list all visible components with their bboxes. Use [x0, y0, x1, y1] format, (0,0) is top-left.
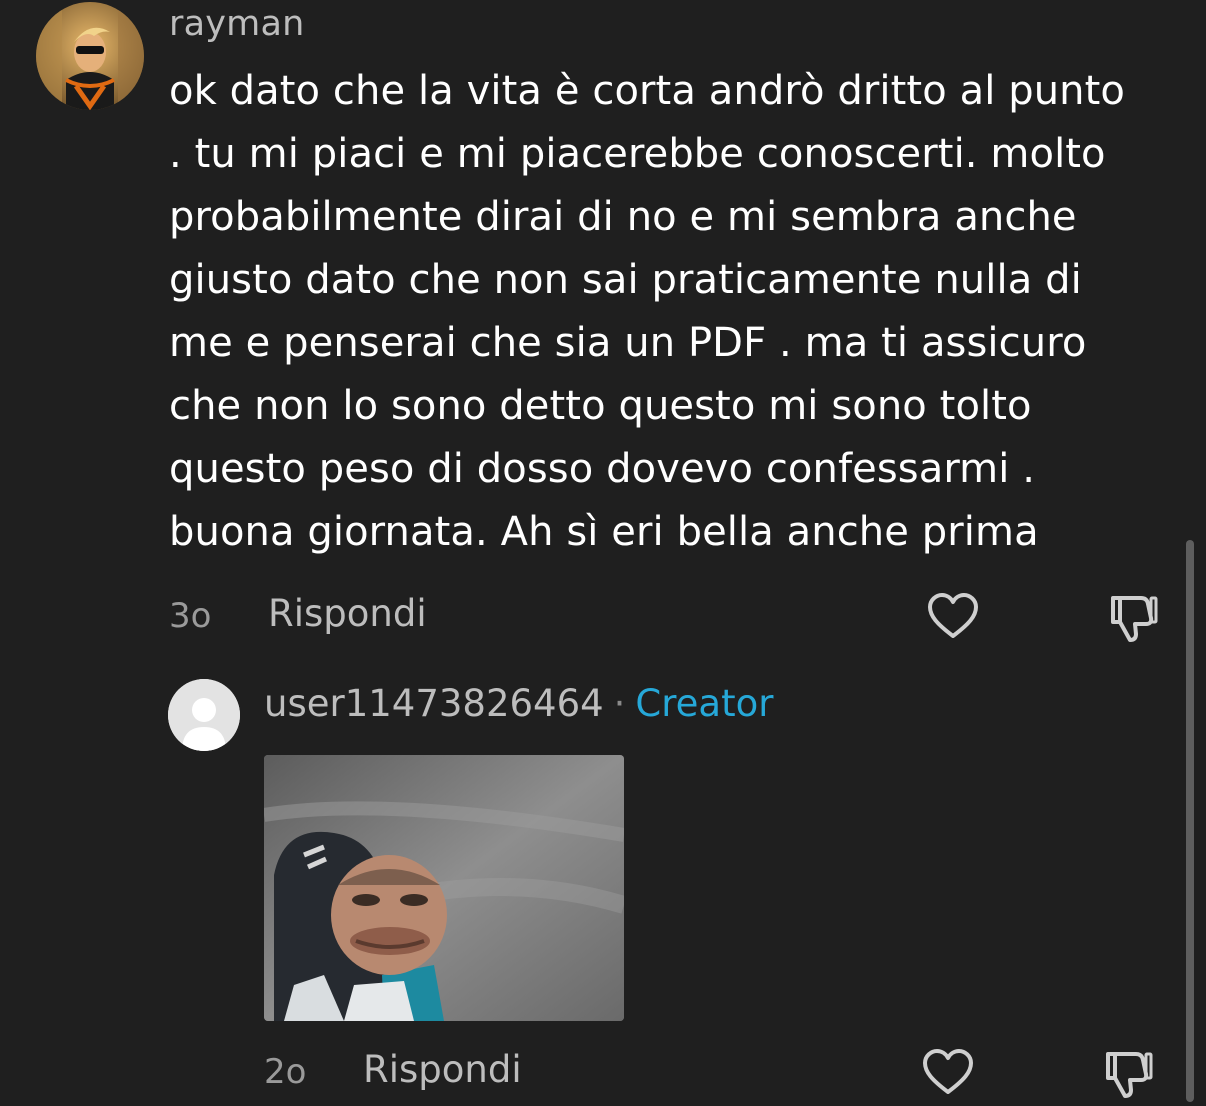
- heart-outline-icon: [928, 593, 978, 638]
- cartoon-character-avatar-icon: [36, 2, 144, 110]
- dislike-button[interactable]: [1100, 1046, 1156, 1102]
- avatar[interactable]: [168, 679, 240, 751]
- reply-button[interactable]: Rispondi: [268, 592, 427, 635]
- thumbs-down-outline-icon: [1111, 596, 1158, 642]
- default-user-avatar-icon: [168, 679, 240, 751]
- reply-actions: 2o Rispondi: [264, 1046, 1164, 1102]
- reply-username[interactable]: user11473826464: [264, 682, 604, 725]
- meme-gif-icon: [264, 755, 624, 1021]
- dislike-button[interactable]: [1105, 590, 1161, 646]
- separator-dot: ·: [613, 682, 626, 725]
- avatar[interactable]: [36, 2, 144, 110]
- comment-timestamp: 3o: [169, 596, 212, 636]
- reply-timestamp: 2o: [264, 1052, 307, 1092]
- scrollbar[interactable]: [1186, 540, 1194, 1102]
- creator-badge: Creator: [635, 682, 774, 725]
- like-button[interactable]: [920, 1046, 976, 1102]
- comment-text: ok dato che la vita è corta andrò dritto…: [169, 68, 1125, 555]
- heart-outline-icon: [923, 1049, 973, 1094]
- comment-username[interactable]: rayman: [169, 4, 304, 44]
- like-button[interactable]: [925, 590, 981, 646]
- reply-gif[interactable]: [264, 755, 624, 1021]
- comment-actions: 3o Rispondi: [169, 590, 1179, 646]
- thumbs-down-outline-icon: [1106, 1052, 1153, 1098]
- reply-button[interactable]: Rispondi: [363, 1048, 522, 1091]
- reply-header: user11473826464 · Creator: [264, 682, 773, 725]
